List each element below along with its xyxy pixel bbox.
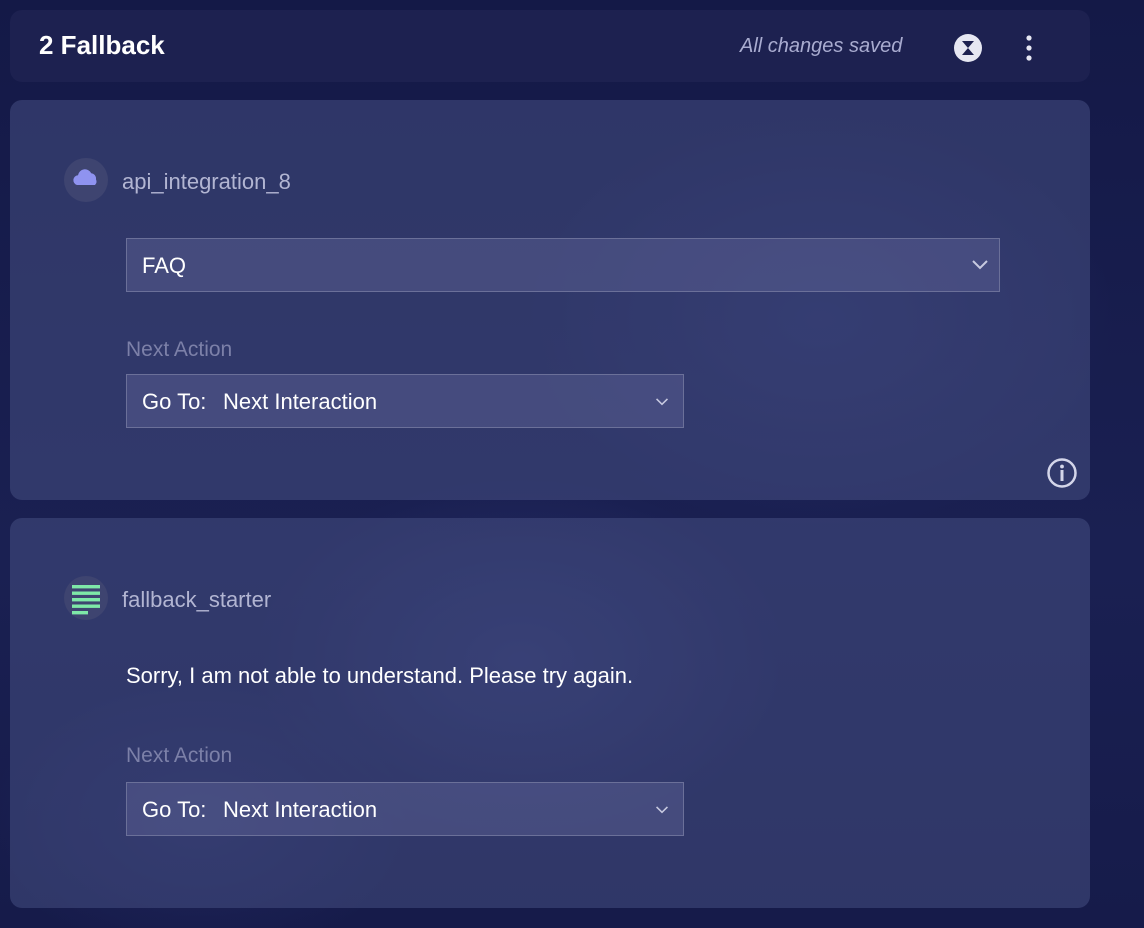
cloud-icon: [73, 169, 97, 185]
next-action-prefix: Go To:: [142, 389, 207, 414]
save-status: All changes saved: [740, 35, 903, 57]
chevron-down-icon: [656, 806, 668, 814]
node-name: fallback_starter: [122, 587, 272, 612]
chevron-down-icon: [972, 260, 988, 270]
chevron-down-icon: [656, 398, 668, 406]
fallback-header: 2 Fallback All changes saved: [10, 10, 1090, 82]
text-lines-icon: [72, 585, 100, 615]
fallback-message: Sorry, I am not able to understand. Plea…: [126, 663, 634, 688]
info-button[interactable]: [1046, 457, 1078, 489]
node-icon: [64, 158, 108, 202]
next-action-select[interactable]: Go To: Next Interaction: [126, 782, 684, 836]
info-icon: [1047, 458, 1077, 488]
next-action-value: Next Interaction: [223, 389, 378, 414]
next-action-select[interactable]: Go To: Next Interaction: [126, 374, 684, 428]
api-integration-card: api_integration_8 FAQ Next Action Go To:…: [10, 100, 1090, 500]
close-circle-icon: [954, 34, 982, 62]
intent-select-value: FAQ: [142, 253, 187, 278]
node-icon: [64, 576, 108, 620]
next-action-label: Next Action: [126, 338, 233, 361]
next-action-label: Next Action: [126, 744, 233, 767]
close-button[interactable]: [953, 33, 983, 63]
next-action-value: Next Interaction: [223, 797, 378, 822]
intent-select[interactable]: FAQ: [126, 238, 1000, 292]
fallback-starter-card: fallback_starter Sorry, I am not able to…: [10, 518, 1090, 908]
next-action-prefix: Go To:: [142, 797, 207, 822]
more-options-button[interactable]: [1017, 30, 1041, 66]
page-title: 2 Fallback: [39, 30, 165, 60]
node-name: api_integration_8: [122, 169, 291, 194]
more-vertical-icon: [1026, 35, 1032, 61]
